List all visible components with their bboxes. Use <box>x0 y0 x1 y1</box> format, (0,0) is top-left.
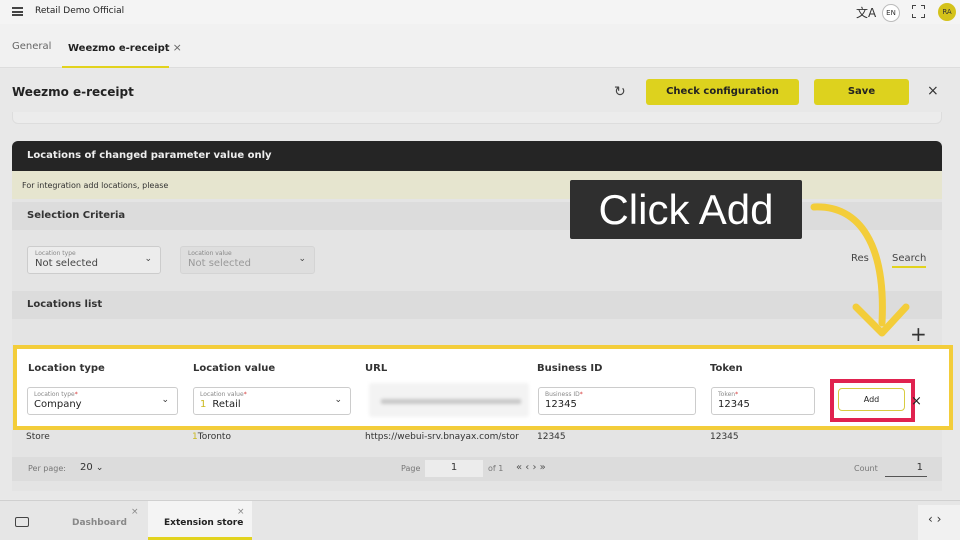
refresh-icon[interactable]: ↻ <box>614 84 626 100</box>
business-id-field[interactable]: Business ID* 12345 <box>538 387 696 415</box>
page-title: Weezmo e-receipt <box>12 85 134 99</box>
fullscreen-icon[interactable] <box>912 5 925 18</box>
location-value-value: Not selected <box>188 258 251 269</box>
curved-arrow-icon <box>810 203 910 337</box>
per-page-select[interactable]: 20 ⌄ <box>76 460 120 477</box>
col-token: Token <box>710 363 743 374</box>
bottom-tab-close-icon[interactable]: × <box>237 507 245 517</box>
location-type-field-value: Company <box>34 399 82 410</box>
language-badge[interactable]: EN <box>882 4 900 22</box>
store-row-type: Store <box>26 432 50 442</box>
page-label: Page <box>401 464 421 473</box>
tab-bar: General Weezmo e-receipt × <box>0 24 960 68</box>
field-label: Business ID* <box>545 391 583 398</box>
app-title: Retail Demo Official <box>35 6 125 16</box>
per-page-label: Per page: <box>28 464 66 473</box>
chevron-down-icon: ⌄ <box>334 395 342 405</box>
page-of: of 1 <box>488 464 504 473</box>
tab-general[interactable]: General <box>12 41 51 52</box>
business-id-value: 12345 <box>545 399 577 410</box>
user-avatar[interactable]: RA <box>938 3 956 21</box>
pagination-bar: Per page: 20 ⌄ Page 1 of 1 « ‹ › » Count… <box>12 457 942 481</box>
location-type-value: Not selected <box>35 258 98 269</box>
location-value-field[interactable]: Location value* 1 Retail ⌄ <box>193 387 351 415</box>
location-value-field-value: 1 Retail <box>200 399 241 410</box>
col-location-value: Location value <box>193 363 276 374</box>
tutorial-callout: Click Add <box>570 180 802 239</box>
translate-icon[interactable]: 文A <box>856 4 876 21</box>
col-url: URL <box>365 363 388 374</box>
location-type-label: Location type <box>35 250 76 257</box>
save-button[interactable]: Save <box>814 79 909 105</box>
chevron-down-icon: ⌄ <box>161 395 169 405</box>
location-value-label: Location value <box>188 250 232 257</box>
bottom-bar <box>0 500 960 540</box>
hamburger-menu-icon[interactable] <box>12 7 23 16</box>
location-type-select[interactable]: Location type Not selected ⌄ <box>27 246 161 274</box>
token-value: 12345 <box>718 399 750 410</box>
bottom-tab-dashboard[interactable]: Dashboard <box>72 518 127 528</box>
col-business-id: Business ID <box>537 363 603 374</box>
close-icon[interactable]: × <box>927 83 939 99</box>
store-row-value: 1Toronto <box>192 432 231 442</box>
tab-weezmo-e-receipt[interactable]: Weezmo e-receipt × <box>68 41 182 54</box>
url-field-blurred[interactable] <box>369 383 529 417</box>
add-button-highlight: Add <box>830 379 915 422</box>
token-field[interactable]: Token* 12345 <box>711 387 815 415</box>
windows-icon[interactable] <box>15 517 29 527</box>
count-label: Count <box>854 464 878 473</box>
page-input[interactable]: 1 <box>425 460 483 477</box>
bottom-nav-arrows[interactable]: ‹ › <box>918 505 960 540</box>
bottom-tab-extension-store[interactable]: Extension store <box>164 518 243 528</box>
store-row-token: 12345 <box>710 432 739 442</box>
new-location-row: Location type Location value URL Busines… <box>13 345 953 430</box>
chevron-down-icon: ⌄ <box>298 254 306 264</box>
card-edge <box>12 112 942 124</box>
tab-close-icon[interactable]: × <box>173 41 182 54</box>
bottom-tab-close-icon[interactable]: × <box>131 507 139 517</box>
check-configuration-button[interactable]: Check configuration <box>646 79 799 105</box>
location-type-field[interactable]: Location type* Company ⌄ <box>27 387 178 415</box>
chevron-down-icon: ⌄ <box>144 254 152 264</box>
count-value: 1 <box>885 460 927 477</box>
field-label: Location type* <box>34 391 78 398</box>
add-button[interactable]: Add <box>838 388 905 411</box>
field-label: Token* <box>718 391 739 398</box>
col-location-type: Location type <box>28 363 105 374</box>
page-nav-arrows[interactable]: « ‹ › » <box>516 462 546 473</box>
tab-label: Weezmo e-receipt <box>68 43 170 54</box>
store-row-business-id: 12345 <box>537 432 566 442</box>
field-label: Location value* <box>200 391 247 398</box>
top-bar: Retail Demo Official 文A EN RA <box>0 0 960 24</box>
store-row-url: https://webui-srv.bnayax.com/stor <box>365 432 519 442</box>
location-value-select[interactable]: Location value Not selected ⌄ <box>180 246 315 274</box>
remove-row-icon[interactable]: × <box>911 394 922 409</box>
panel-header: Locations of changed parameter value onl… <box>12 141 942 171</box>
active-tab-underline <box>62 66 169 68</box>
